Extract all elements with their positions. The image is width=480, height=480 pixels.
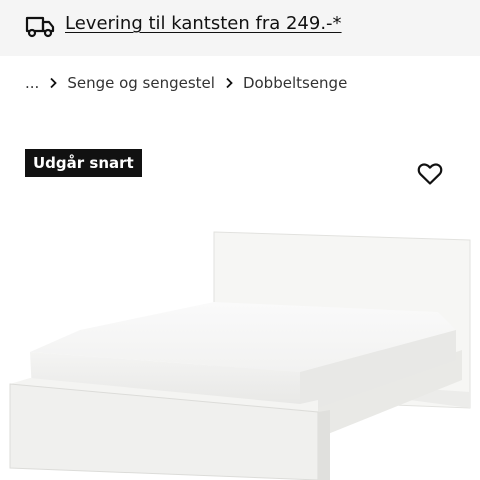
breadcrumb-item-senge[interactable]: Senge og sengestel [67,74,215,92]
favorite-button[interactable] [414,158,446,190]
breadcrumb: ... Senge og sengestel Dobbeltsenge [25,72,347,94]
chevron-right-icon [49,77,58,89]
chevron-right-icon [225,77,233,89]
heart-icon [417,163,443,185]
delivery-banner: Levering til kantsten fra 249.-* [0,0,480,56]
delivery-truck-icon [25,16,55,38]
breadcrumb-ellipsis[interactable]: ... [25,74,39,92]
delivery-link[interactable]: Levering til kantsten fra 249.-* [65,13,342,34]
product-image[interactable] [0,220,480,480]
breadcrumb-item-dobbeltsenge[interactable]: Dobbeltsenge [243,74,347,92]
status-badge: Udgår snart [25,149,142,177]
